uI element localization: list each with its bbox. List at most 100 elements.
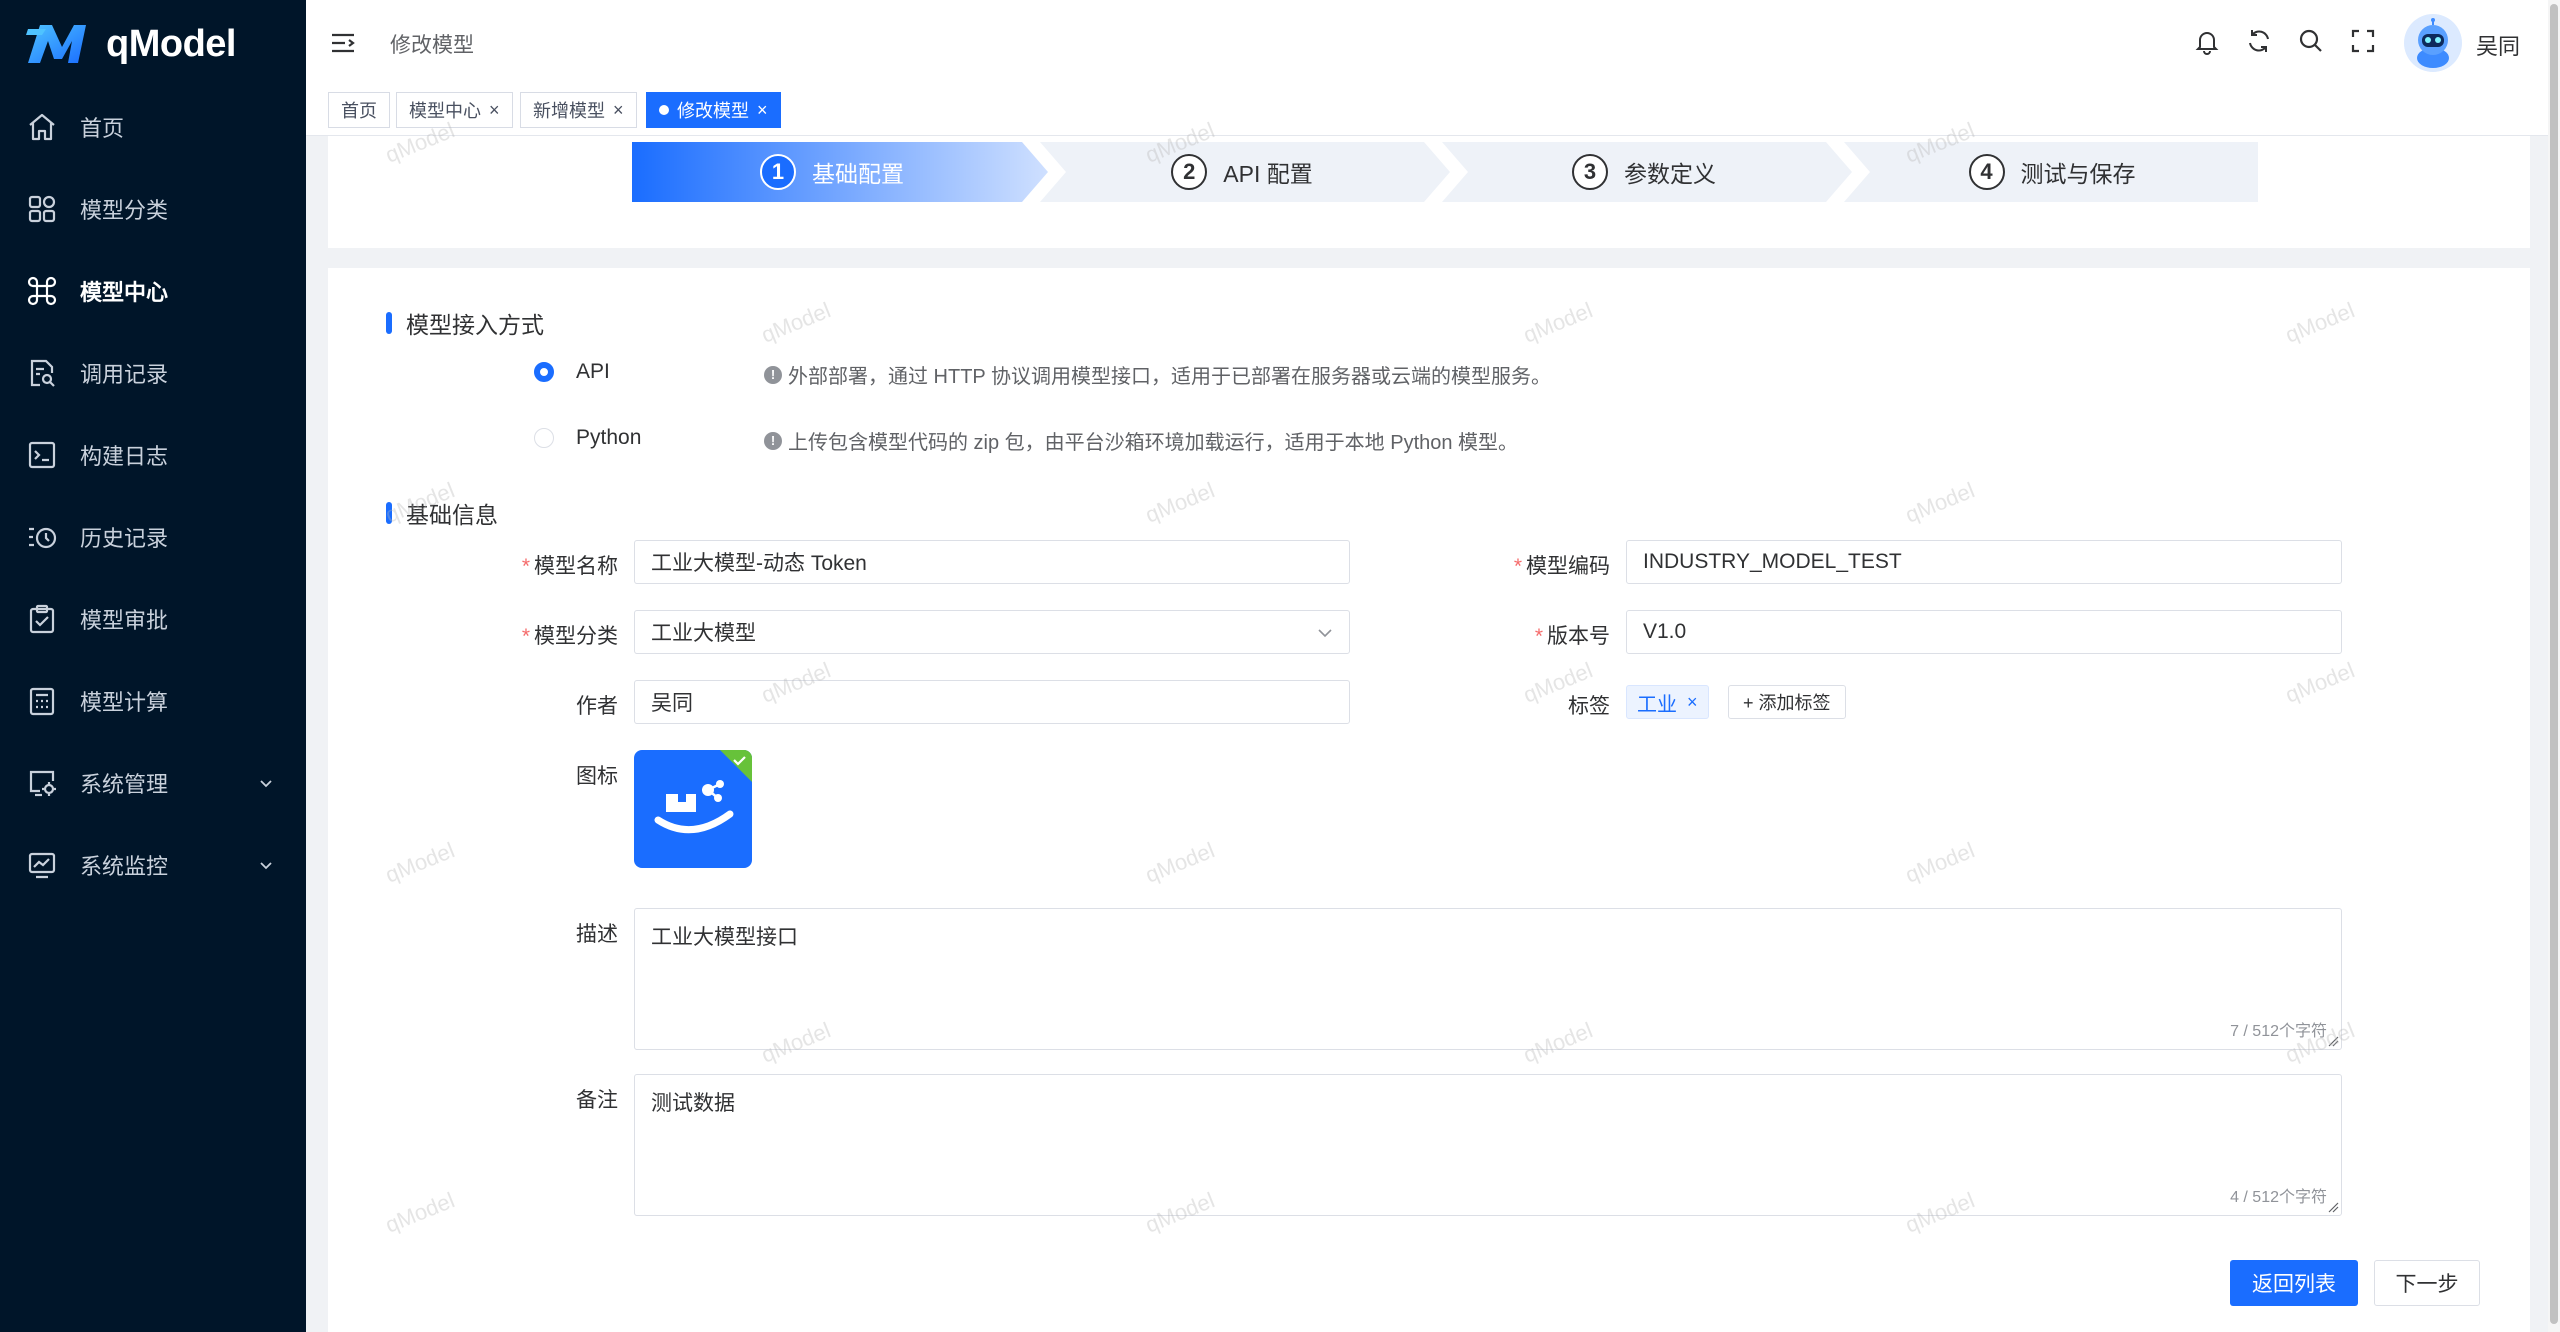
- avatar[interactable]: [2404, 14, 2462, 72]
- calculator-icon: [29, 687, 55, 716]
- step-label: API 配置: [1223, 161, 1313, 187]
- terminal-icon: [28, 441, 56, 469]
- sidebar-item-system-management[interactable]: 系统管理: [0, 742, 306, 824]
- tab-model-center[interactable]: 模型中心 ×: [396, 92, 513, 128]
- input-value: 吴同: [651, 692, 693, 715]
- info-icon: !: [764, 365, 782, 384]
- select-value: 工业大模型: [651, 622, 756, 645]
- sidebar-item-label: 模型审批: [80, 608, 169, 633]
- section-title-text: 模型接入方式: [406, 312, 544, 338]
- tab-add-model[interactable]: 新增模型 ×: [520, 92, 637, 128]
- add-tag-button[interactable]: + 添加标签: [1728, 685, 1846, 719]
- back-to-list-button[interactable]: 返回列表: [2230, 1260, 2358, 1306]
- model-code-input[interactable]: INDUSTRY_MODEL_TEST: [1626, 540, 2342, 584]
- fullscreen-icon[interactable]: [2348, 26, 2378, 56]
- radio-circle[interactable]: [534, 362, 554, 382]
- description-textarea[interactable]: 工业大模型接口 7 / 512个字符: [634, 908, 2342, 1050]
- file-search-icon: [30, 359, 55, 387]
- search-icon[interactable]: [2296, 26, 2326, 56]
- section-title-text: 基础信息: [406, 502, 498, 528]
- step-api-config[interactable]: 2 API 配置: [1042, 142, 1442, 202]
- textarea-value: 工业大模型接口: [651, 926, 798, 949]
- label-remark: 备注: [576, 1089, 618, 1112]
- user-name[interactable]: 吴同: [2476, 29, 2520, 61]
- close-icon[interactable]: ×: [1687, 692, 1698, 713]
- sidebar: qModel 首页 模型分类 模型中心 调用记录 构建日志 历史记录 模型审批 …: [0, 0, 306, 1332]
- history-icon: [29, 527, 57, 549]
- sidebar-item-model-center[interactable]: 模型中心: [0, 250, 306, 332]
- resize-handle-icon[interactable]: [2327, 1201, 2339, 1213]
- settings-screen-icon: [29, 770, 56, 797]
- remark-textarea[interactable]: 测试数据 4 / 512个字符: [634, 1074, 2342, 1216]
- step-number: 4: [1968, 154, 2005, 190]
- tab-label: 首页: [341, 101, 377, 121]
- section-title-basic: 基础信息: [386, 496, 498, 530]
- step-label: 基础配置: [812, 161, 904, 187]
- model-name-input[interactable]: 工业大模型-动态 Token: [634, 540, 1350, 584]
- radio-circle[interactable]: [534, 428, 554, 448]
- sidebar-item-history[interactable]: 历史记录: [0, 496, 306, 578]
- sidebar-item-build-logs[interactable]: 构建日志: [0, 414, 306, 496]
- bell-icon[interactable]: [2192, 26, 2222, 56]
- sidebar-item-call-records[interactable]: 调用记录: [0, 332, 306, 414]
- app-logo[interactable]: qModel: [26, 16, 236, 72]
- scrollbar-thumb[interactable]: [2550, 4, 2558, 1324]
- hint-text: 上传包含模型代码的 zip 包，由平台沙箱环境加载运行，适用于本地 Python…: [788, 432, 1519, 454]
- label-author: 作者: [576, 695, 618, 718]
- category-select[interactable]: 工业大模型: [634, 610, 1350, 654]
- author-input[interactable]: 吴同: [634, 680, 1350, 724]
- chevron-down-icon: [260, 862, 272, 870]
- label-desc: 描述: [576, 923, 618, 946]
- tab-label: 模型中心: [409, 101, 481, 121]
- sidebar-item-model-approval[interactable]: 模型审批: [0, 578, 306, 660]
- sidebar-item-label: 调用记录: [80, 362, 169, 387]
- close-icon[interactable]: ×: [613, 101, 624, 119]
- tab-home[interactable]: 首页: [328, 92, 390, 128]
- label-tags: 标签: [1568, 695, 1610, 718]
- radio-python[interactable]: Python: [534, 426, 641, 450]
- sidebar-item-label: 历史记录: [80, 526, 169, 551]
- section-title-access: 模型接入方式: [386, 306, 544, 340]
- robot-avatar-icon: [2404, 14, 2462, 72]
- sidebar-item-system-monitor[interactable]: 系统监控: [0, 824, 306, 906]
- tag-chip-label: 工业: [1637, 693, 1677, 716]
- grid-icon: [28, 195, 56, 223]
- menu-fold-icon[interactable]: [330, 30, 356, 56]
- sidebar-item-label: 首页: [80, 116, 125, 141]
- radio-api[interactable]: API: [534, 360, 610, 384]
- monitor-chart-icon: [28, 852, 56, 879]
- sidebar-item-model-category[interactable]: 模型分类: [0, 168, 306, 250]
- step-label: 参数定义: [1624, 161, 1716, 187]
- sidebar-item-label: 模型计算: [80, 690, 169, 715]
- step-number: 2: [1171, 154, 1208, 190]
- sidebar-item-home[interactable]: 首页: [0, 86, 306, 168]
- char-count: 7 / 512个字符: [2230, 1023, 2327, 1040]
- step-test-save[interactable]: 4 测试与保存: [1846, 142, 2258, 202]
- model-icon-upload[interactable]: [634, 750, 752, 868]
- label-model-code: * 模型编码: [1513, 555, 1610, 578]
- close-icon[interactable]: ×: [757, 101, 768, 119]
- input-value: INDUSTRY_MODEL_TEST: [1643, 550, 1902, 573]
- sidebar-item-label: 系统管理: [80, 772, 169, 797]
- resize-handle-icon[interactable]: [2327, 1035, 2339, 1047]
- sidebar-item-label: 构建日志: [80, 444, 169, 469]
- textarea-value: 测试数据: [651, 1092, 735, 1115]
- step-basic-config[interactable]: 1 基础配置: [632, 142, 1032, 202]
- section-bar: [386, 502, 392, 524]
- home-icon: [29, 113, 55, 141]
- hint-text: 外部部署，通过 HTTP 协议调用模型接口，适用于已部署在服务器或云端的模型服务…: [788, 366, 1551, 388]
- step-param-define[interactable]: 3 参数定义: [1444, 142, 1844, 202]
- tab-edit-model[interactable]: 修改模型 ×: [646, 92, 781, 128]
- sidebar-item-label: 模型中心: [80, 280, 169, 305]
- refresh-icon[interactable]: [2244, 26, 2274, 56]
- input-value: V1.0: [1643, 620, 1687, 643]
- logo-mark-icon: [26, 25, 86, 63]
- chevron-down-icon: [1318, 629, 1332, 638]
- command-icon: [27, 276, 57, 306]
- add-tag-label: + 添加标签: [1743, 693, 1831, 713]
- version-input[interactable]: V1.0: [1626, 610, 2342, 654]
- sidebar-item-model-compute[interactable]: 模型计算: [0, 660, 306, 742]
- char-count: 4 / 512个字符: [2230, 1189, 2327, 1206]
- next-step-button[interactable]: 下一步: [2374, 1260, 2480, 1306]
- close-icon[interactable]: ×: [489, 101, 500, 119]
